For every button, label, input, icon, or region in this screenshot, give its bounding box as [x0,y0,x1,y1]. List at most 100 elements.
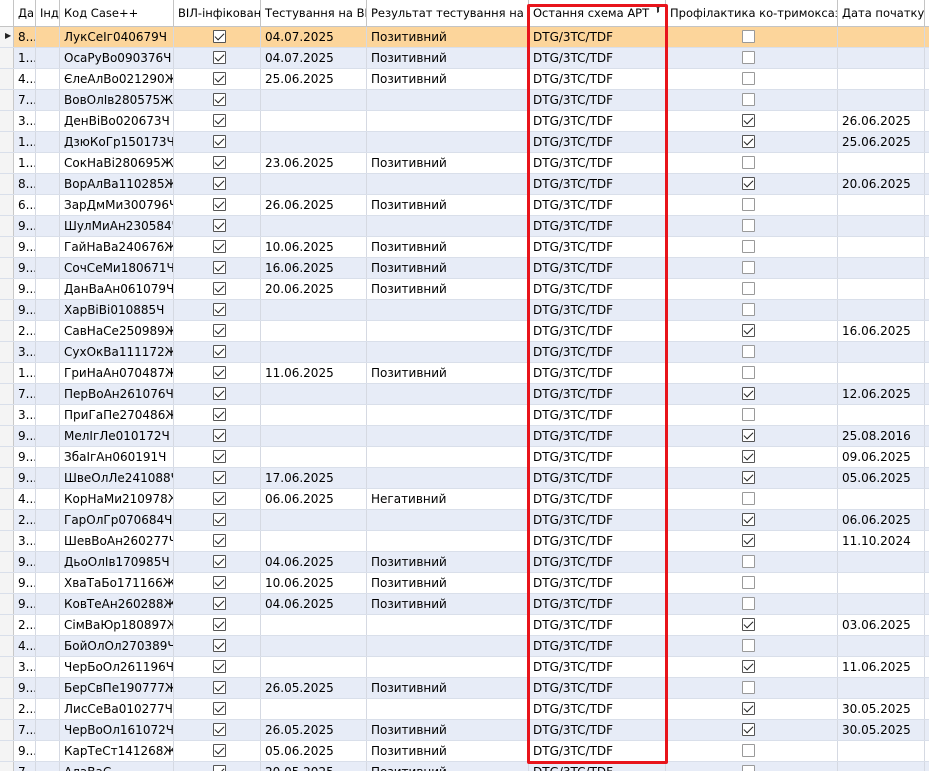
cell-hiv[interactable] [174,69,261,89]
cell-d[interactable]: 9... [14,300,36,320]
checkbox-hiv[interactable] [213,219,226,232]
cell-prof[interactable] [666,573,838,593]
table-row[interactable]: 1... СокНаВі280695Ж 23.06.2025 Позитивний DT… [0,153,929,174]
cell-hiv[interactable] [174,489,261,509]
cell-art[interactable]: DTG/3TC/TDF [529,678,666,698]
cell-date[interactable]: 11.06.2025 [838,657,925,677]
cell-res[interactable]: Позитивний [367,594,529,614]
cell-test[interactable]: 04.06.2025 [261,552,367,572]
cell-hiv[interactable] [174,174,261,194]
cell-res[interactable] [367,426,529,446]
cell-art[interactable]: DTG/3TC/TDF [529,594,666,614]
cell-res[interactable] [367,699,529,719]
row-indicator[interactable] [0,342,14,362]
cell-code[interactable]: ВовОлІв280575Ж [60,90,174,110]
cell-last[interactable]: 2 [925,90,929,110]
cell-prof[interactable] [666,426,838,446]
table-row[interactable]: 2... ГарОлГр070684Ч DTG/3TC/TDF 06.06.2025 0 [0,510,929,531]
column-header-last[interactable]: Д [925,0,929,26]
cell-date[interactable] [838,342,925,362]
checkbox-hiv[interactable] [213,303,226,316]
cell-hiv[interactable] [174,741,261,761]
row-indicator[interactable] [0,447,14,467]
row-indicator[interactable] [0,615,14,635]
row-indicator[interactable] [0,762,14,771]
cell-last[interactable] [925,342,929,362]
cell-art[interactable]: DTG/3TC/TDF [529,237,666,257]
checkbox-prof[interactable] [742,492,755,505]
checkbox-hiv[interactable] [213,429,226,442]
cell-last[interactable]: 0 [925,636,929,656]
cell-date[interactable] [838,489,925,509]
cell-art[interactable]: DTG/3TC/TDF [529,90,666,110]
cell-code[interactable]: ШевВоАн260277Ч [60,531,174,551]
table-row[interactable]: 9... КарТеСт141268Ж 05.06.2025 Позитивний DT… [0,741,929,762]
checkbox-prof[interactable] [742,702,755,715]
checkbox-prof[interactable] [742,135,755,148]
cell-art[interactable]: DTG/3TC/TDF [529,741,666,761]
table-row[interactable]: 9... СочСеМи180671Ч 16.06.2025 Позитивний DT… [0,258,929,279]
checkbox-hiv[interactable] [213,261,226,274]
cell-res[interactable]: Позитивний [367,363,529,383]
row-indicator[interactable] [0,510,14,530]
cell-code[interactable]: ЧерВоОл161072Ч [60,720,174,740]
cell-ind[interactable] [36,426,60,446]
cell-date[interactable]: 26.06.2025 [838,111,925,131]
cell-last[interactable]: 2 [925,111,929,131]
cell-res[interactable]: Позитивний [367,195,529,215]
cell-art[interactable]: DTG/3TC/TDF [529,615,666,635]
row-indicator[interactable] [0,489,14,509]
cell-test[interactable]: 20.05.2025 [261,762,367,771]
cell-prof[interactable] [666,153,838,173]
cell-code[interactable]: КарТеСт141268Ж [60,741,174,761]
cell-hiv[interactable] [174,237,261,257]
cell-d[interactable]: 3... [14,531,36,551]
cell-last[interactable]: 0 [925,552,929,572]
cell-res[interactable] [367,405,529,425]
cell-code[interactable]: ЗарДмМи300796Ч [60,195,174,215]
cell-code[interactable]: БерСвПе190777Ж [60,678,174,698]
cell-last[interactable]: 0 [925,573,929,593]
table-row[interactable]: 2... ЛисСеВа010277Ч DTG/3TC/TDF 30.05.2025 2 [0,699,929,720]
cell-d[interactable]: 8... [14,27,36,47]
cell-ind[interactable] [36,90,60,110]
cell-prof[interactable] [666,678,838,698]
row-indicator[interactable] [0,195,14,215]
cell-test[interactable] [261,615,367,635]
checkbox-prof[interactable] [742,93,755,106]
row-indicator[interactable] [0,174,14,194]
cell-art[interactable]: DTG/3TC/TDF [529,384,666,404]
cell-code[interactable]: СухОкВа111172Ж [60,342,174,362]
row-indicator[interactable] [0,426,14,446]
cell-res[interactable] [367,384,529,404]
cell-hiv[interactable] [174,90,261,110]
cell-date[interactable] [838,27,925,47]
cell-res[interactable]: Позитивний [367,720,529,740]
cell-prof[interactable] [666,594,838,614]
row-indicator[interactable] [0,552,14,572]
table-row[interactable]: 4... КорНаМи210978Ж 06.06.2025 Негативний DT… [0,489,929,510]
cell-art[interactable]: DTG/3TC/TDF [529,300,666,320]
cell-date[interactable]: 16.06.2025 [838,321,925,341]
checkbox-prof[interactable] [742,765,755,771]
cell-hiv[interactable] [174,279,261,299]
cell-test[interactable] [261,300,367,320]
cell-res[interactable]: Позитивний [367,153,529,173]
cell-last[interactable]: 1 [925,258,929,278]
checkbox-prof[interactable] [742,156,755,169]
filter-funnel-icon[interactable] [654,4,662,16]
cell-art[interactable]: DTG/3TC/TDF [529,552,666,572]
checkbox-prof[interactable] [742,723,755,736]
cell-test[interactable] [261,699,367,719]
row-indicator[interactable] [0,153,14,173]
cell-test[interactable]: 26.06.2025 [261,195,367,215]
table-row[interactable]: 1... ГриНаАн070487Ж 11.06.2025 Позитивний DT… [0,363,929,384]
checkbox-prof[interactable] [742,639,755,652]
cell-d[interactable]: 3... [14,342,36,362]
cell-hiv[interactable] [174,426,261,446]
cell-art[interactable]: DTG/3TC/TDF [529,636,666,656]
cell-hiv[interactable] [174,363,261,383]
column-header-prof[interactable]: Профілактика ко-тримоксазол [666,0,838,26]
cell-last[interactable]: 0 [925,762,929,771]
column-header-ind[interactable]: Інд [36,0,60,26]
